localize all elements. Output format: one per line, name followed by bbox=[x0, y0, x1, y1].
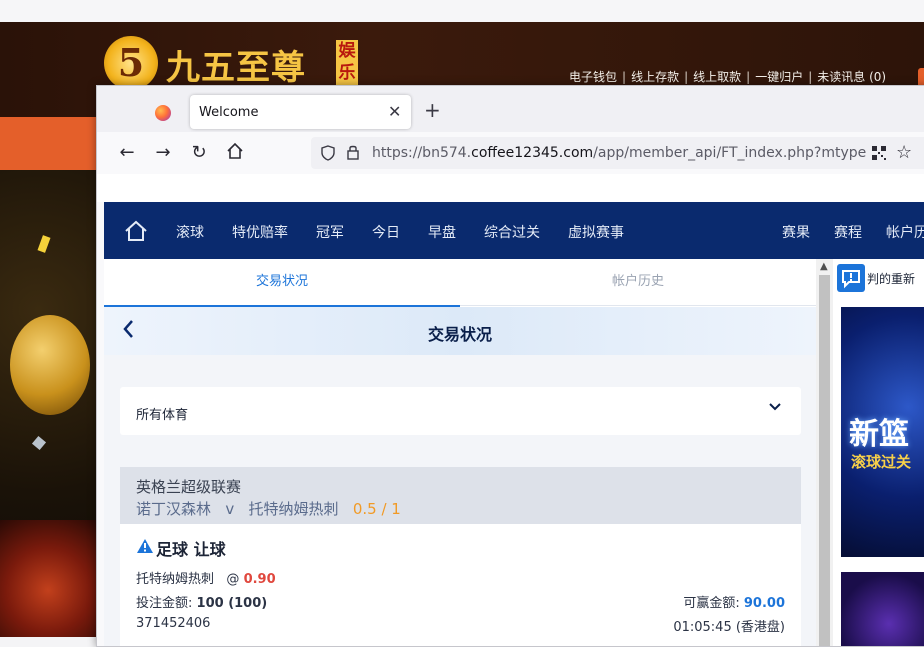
content-area: 所有体育 英格兰超级联赛 诺丁汉森林 v 托特纳姆热刺 0.5 / 1 足球 让… bbox=[104, 355, 816, 646]
sub-tabs: 交易状况 帐户历史 bbox=[104, 259, 816, 307]
site-logo-text[interactable]: 九五至尊 bbox=[166, 40, 306, 89]
background-orange-bar bbox=[0, 117, 96, 170]
page-title-bar: 交易状况 bbox=[104, 307, 816, 355]
nav-item-outright[interactable]: 冠军 bbox=[316, 222, 344, 242]
stake-value: 100 (100) bbox=[196, 596, 268, 611]
page-title: 交易状况 bbox=[427, 325, 492, 344]
navigation-toolbar: ← → ↻ https://bn574.coffee12345.com/app/… bbox=[97, 132, 924, 174]
scrollbar-thumb[interactable] bbox=[819, 275, 830, 646]
background-top-strip bbox=[0, 0, 924, 23]
home-team: 诺丁汉森林 bbox=[136, 500, 212, 518]
stake-row: 投注金额: 100 (100) bbox=[136, 592, 267, 611]
tab-title: Welcome bbox=[199, 105, 259, 120]
character-artwork bbox=[0, 520, 96, 637]
home-icon[interactable] bbox=[124, 219, 148, 243]
league-name: 英格兰超级联赛 bbox=[136, 478, 242, 496]
potential-win-row: 可赢金额: 90.00 bbox=[602, 592, 785, 611]
nav-item-virtual[interactable]: 虚拟赛事 bbox=[568, 222, 624, 242]
bet-time: 01:05:45 (香港盘) bbox=[673, 620, 785, 635]
url-actions: ☆ bbox=[867, 137, 924, 169]
url-domain: coffee12345.com bbox=[471, 145, 594, 161]
bookmark-star-icon[interactable]: ☆ bbox=[896, 142, 912, 163]
win-value: 90.00 bbox=[743, 596, 785, 611]
away-team: 托特纳姆热刺 bbox=[248, 500, 339, 518]
site-top-links: 电子钱包 | 线上存款 | 线上取款 | 一键归户 | 未读讯息 (0) bbox=[569, 70, 887, 84]
bet-selection: 托特纳姆热刺 @ 0.90 bbox=[136, 568, 276, 587]
tab-transaction-status[interactable]: 交易状况 bbox=[104, 259, 460, 307]
banner-subtitle: 滚球过关 bbox=[851, 453, 912, 471]
at-label: @ bbox=[226, 572, 240, 587]
nav-item-results[interactable]: 赛果 bbox=[782, 222, 810, 242]
web-page: 滚球 特优赔率 冠军 今日 早盘 综合过关 虚拟赛事 赛果 赛程 帐户历 交易状… bbox=[104, 202, 924, 646]
page-top-whitespace bbox=[97, 174, 924, 202]
scroll-up-icon[interactable]: ▲ bbox=[820, 261, 828, 272]
browser-window: Welcome ✕ + ← → ↻ https://bn574.coffee12… bbox=[96, 85, 924, 647]
gold-coin-image bbox=[10, 315, 90, 415]
link-consolidate[interactable]: 一键归户 bbox=[755, 70, 803, 84]
sportsbook-nav-bar: 滚球 特优赔率 冠军 今日 早盘 综合过关 虚拟赛事 赛果 赛程 帐户历 bbox=[104, 202, 924, 259]
chevron-left-icon[interactable] bbox=[122, 319, 134, 344]
lock-icon[interactable] bbox=[346, 144, 360, 161]
bet-type: 足球 让球 bbox=[156, 540, 226, 559]
url-bar[interactable]: https://bn574.coffee12345.com/app/member… bbox=[311, 137, 924, 169]
promo-sidebar: 判的重新 新篮 滚球过关 bbox=[833, 259, 924, 646]
home-icon[interactable] bbox=[224, 142, 246, 164]
tab-strip: Welcome ✕ + bbox=[97, 86, 924, 132]
selection-team: 托特纳姆热刺 bbox=[136, 572, 215, 587]
new-tab-icon[interactable]: + bbox=[424, 100, 441, 120]
site-logo-badge: 娱乐 bbox=[336, 40, 358, 86]
message-icon[interactable] bbox=[837, 264, 865, 292]
shield-icon[interactable] bbox=[320, 145, 336, 161]
site-logo-icon[interactable]: 5 bbox=[104, 36, 158, 90]
forward-arrow-icon[interactable]: → bbox=[152, 142, 174, 164]
win-label: 可赢金额: bbox=[683, 596, 740, 611]
match-teams: 诺丁汉森林 v 托特纳姆热刺 0.5 / 1 bbox=[136, 498, 401, 519]
nav-item-schedule[interactable]: 赛程 bbox=[834, 222, 862, 242]
firefox-icon[interactable] bbox=[155, 105, 171, 121]
nav-item-early[interactable]: 早盘 bbox=[428, 222, 456, 242]
link-wallet[interactable]: 电子钱包 bbox=[569, 70, 617, 84]
confetti-decoration bbox=[31, 435, 47, 451]
warning-icon bbox=[137, 539, 153, 553]
url-prefix: https://bn574. bbox=[372, 145, 472, 161]
confetti-decoration bbox=[37, 235, 51, 253]
back-arrow-icon[interactable]: ← bbox=[116, 142, 138, 164]
ticket-id: 371452406 bbox=[136, 616, 211, 631]
odds-value: 0.90 bbox=[243, 572, 276, 587]
link-deposit[interactable]: 线上存款 bbox=[631, 70, 679, 84]
qr-code-icon[interactable] bbox=[871, 145, 887, 161]
bet-detail: 足球 让球 托特纳姆热刺 @ 0.90 投注金额: 100 (100) 可赢金额… bbox=[120, 524, 801, 646]
background-promo-art bbox=[0, 170, 96, 637]
nav-item-today[interactable]: 今日 bbox=[372, 222, 400, 242]
nav-item-special-odds[interactable]: 特优赔率 bbox=[232, 222, 288, 242]
close-icon[interactable]: ✕ bbox=[388, 102, 401, 121]
url-path: /app/member_api/FT_index.php?mtype=3 bbox=[593, 145, 887, 161]
chevron-down-icon bbox=[769, 403, 781, 411]
link-withdraw[interactable]: 线上取款 bbox=[693, 70, 741, 84]
link-messages[interactable]: 未读讯息 (0) bbox=[817, 70, 886, 84]
stake-label: 投注金额: bbox=[136, 596, 193, 611]
scrollbar[interactable]: ▲ bbox=[816, 259, 833, 646]
promo-banner-basketball[interactable]: 新篮 滚球过关 bbox=[841, 307, 924, 557]
nav-item-parlay[interactable]: 综合过关 bbox=[484, 222, 540, 242]
banner-title: 新篮 bbox=[849, 417, 909, 452]
nav-item-live[interactable]: 滚球 bbox=[176, 222, 204, 242]
url-text[interactable]: https://bn574.coffee12345.com/app/member… bbox=[372, 145, 887, 161]
tab-account-history[interactable]: 帐户历史 bbox=[460, 259, 816, 306]
handicap-line: 0.5 / 1 bbox=[352, 500, 401, 518]
browser-tab-welcome[interactable]: Welcome ✕ bbox=[190, 95, 411, 129]
sport-filter-value: 所有体育 bbox=[136, 408, 189, 423]
announcement-marquee[interactable]: 判的重新 bbox=[867, 270, 915, 287]
nav-item-account-history[interactable]: 帐户历 bbox=[886, 222, 924, 242]
match-header: 英格兰超级联赛 诺丁汉森林 v 托特纳姆热刺 0.5 / 1 bbox=[120, 467, 801, 524]
reload-icon[interactable]: ↻ bbox=[188, 142, 210, 164]
sport-filter-dropdown[interactable]: 所有体育 bbox=[120, 387, 801, 435]
versus-label: v bbox=[225, 500, 235, 518]
promo-banner-2[interactable] bbox=[841, 572, 924, 646]
